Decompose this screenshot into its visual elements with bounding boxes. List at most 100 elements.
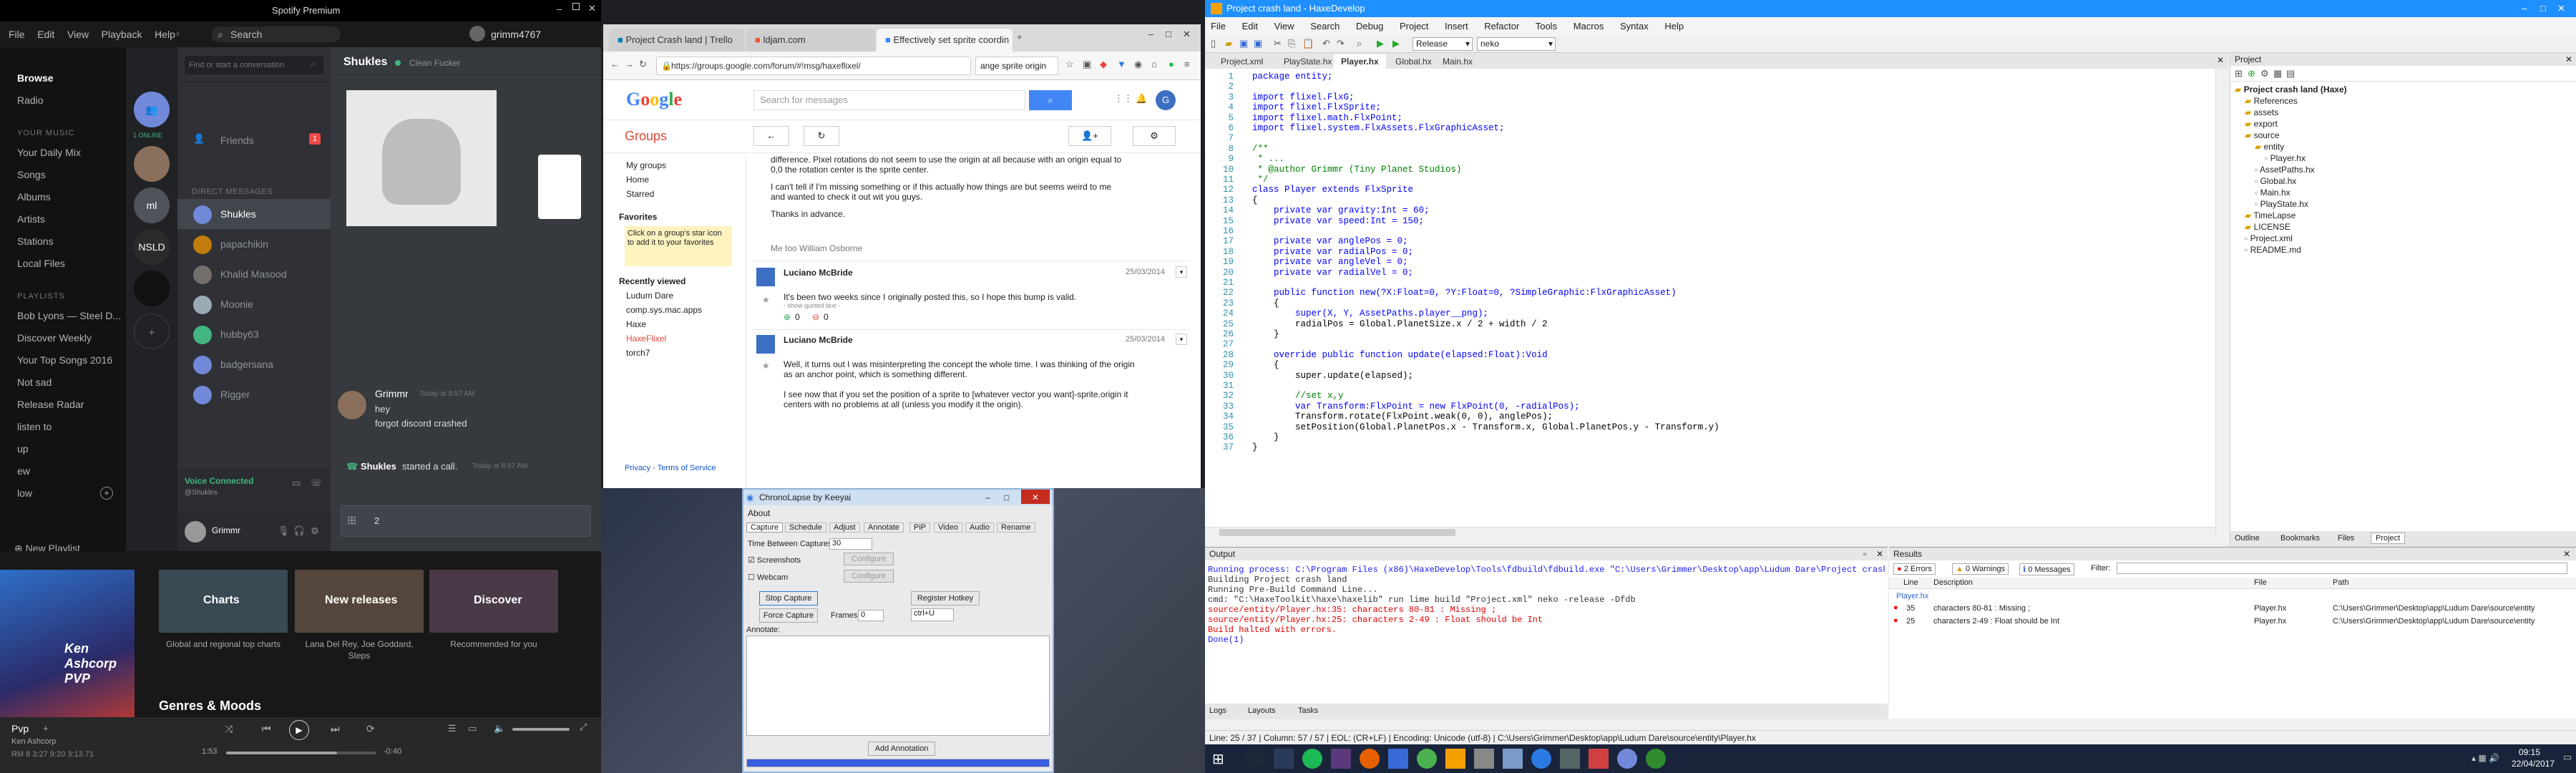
build-config-select[interactable]: Release ▾ — [1413, 37, 1473, 51]
save-icon[interactable]: ▣ — [1239, 38, 1248, 49]
notifications-icon[interactable]: 🔔 — [1136, 93, 1147, 104]
tree-item[interactable]: ▫ Player.hx — [2265, 153, 2306, 163]
annotation-textarea[interactable] — [746, 636, 1050, 736]
find-icon[interactable]: ⌕ — [1357, 38, 1362, 49]
firefox-icon[interactable] — [1360, 749, 1380, 769]
configure-button[interactable]: Configure — [844, 553, 894, 565]
menu-view[interactable]: View — [67, 29, 89, 40]
settings-button[interactable]: ⚙ — [1133, 126, 1176, 146]
fullscreen-icon[interactable]: ⤢ — [580, 721, 587, 733]
shuffle-icon[interactable]: ⤨ — [225, 723, 233, 735]
plus-icon[interactable]: + — [43, 723, 49, 734]
tab-audio[interactable]: Audio — [965, 522, 995, 533]
column-file[interactable]: File — [2254, 578, 2267, 587]
taskbar-app-icon[interactable] — [1274, 749, 1294, 769]
add-annotation-button[interactable]: Add Annotation — [868, 742, 935, 756]
close-panel-icon[interactable]: ✕ — [2563, 548, 2570, 560]
playlist-item[interactable]: listen to — [0, 416, 126, 438]
forward-arrow-icon[interactable]: › — [176, 27, 180, 39]
tab-tasks[interactable]: Tasks — [1298, 706, 1318, 715]
menu-about[interactable]: About — [748, 508, 770, 518]
menu-playback[interactable]: Playback — [102, 29, 142, 40]
tab-outline[interactable]: Outline — [2235, 534, 2260, 543]
spotify-username[interactable]: grimm4767 — [491, 29, 541, 40]
hotkey-input[interactable]: ctrl+U — [911, 608, 954, 621]
taskbar-app-icon[interactable] — [1503, 749, 1523, 769]
extension-icon[interactable]: ▼ — [1117, 59, 1126, 69]
tab-rename[interactable]: Rename — [997, 522, 1035, 533]
paste-icon[interactable]: 📋 — [1302, 38, 1314, 49]
avatar[interactable] — [469, 26, 485, 42]
playlist-item[interactable]: Release Radar — [0, 394, 126, 416]
minimize-icon[interactable]: – — [557, 4, 562, 14]
filter-input[interactable] — [2117, 563, 2567, 574]
star-icon[interactable]: ★ — [762, 295, 770, 305]
redo-icon[interactable]: ↷ — [1337, 38, 1345, 49]
notifications-icon[interactable]: ▭ — [2563, 752, 2572, 763]
close-icon[interactable]: ✕ — [2557, 0, 2565, 17]
tile-charts[interactable]: Charts — [159, 570, 288, 633]
save-all-icon[interactable]: ▣ — [1254, 38, 1262, 49]
taskbar-app-icon[interactable] — [1388, 749, 1408, 769]
taskbar-app-icon[interactable] — [1331, 749, 1351, 769]
add-icon[interactable]: + — [100, 487, 113, 500]
column-description[interactable]: Description — [1933, 578, 1973, 587]
repeat-icon[interactable]: ⟳ — [366, 723, 375, 735]
maximize-icon[interactable]: □ — [2540, 0, 2546, 17]
star-icon[interactable]: ★ — [762, 361, 770, 371]
gear-icon[interactable]: ⚙ — [311, 525, 319, 537]
taskbar-app-icon[interactable] — [1531, 749, 1551, 769]
dm-item[interactable]: Rigger — [177, 379, 331, 409]
dm-item[interactable]: badgersana — [177, 349, 331, 379]
tile-discover[interactable]: Discover — [429, 570, 558, 633]
tree-item[interactable]: ▰ Project crash land (Haxe) — [2235, 84, 2347, 94]
address-bar[interactable]: 🔒 https://groups.google.com/forum/#!msg/… — [656, 57, 971, 75]
dm-item[interactable]: Shukles — [177, 199, 331, 229]
sidebar-item-local-files[interactable]: Local Files — [0, 253, 126, 275]
maximize-icon[interactable] — [572, 3, 580, 10]
tab-google-groups[interactable]: ■ Effectively set sprite coordin — [877, 29, 1013, 52]
forward-icon[interactable]: → — [625, 59, 634, 69]
undo-icon[interactable]: ↶ — [1322, 38, 1330, 49]
message-input[interactable]: ⊞ 2 — [341, 505, 591, 537]
menu-edit[interactable]: Edit — [37, 29, 54, 40]
post-menu-icon[interactable]: ▾ — [1176, 266, 1187, 278]
vertical-scrollbar[interactable] — [2215, 69, 2228, 537]
search-button[interactable]: ⌕ — [1029, 90, 1072, 110]
menu-edit[interactable]: Edit — [1242, 21, 1258, 31]
minimize-icon[interactable]: – — [2522, 0, 2527, 17]
steam-icon[interactable] — [1245, 749, 1265, 769]
target-select[interactable]: neko ▾ — [1477, 37, 1556, 51]
menu-file[interactable]: File — [9, 29, 25, 40]
spotify-icon[interactable] — [1302, 749, 1322, 769]
toolbar-icon[interactable]: ⊞ — [2235, 68, 2243, 79]
tab-adjust[interactable]: Adjust — [829, 522, 860, 533]
close-icon[interactable]: ✕ — [1183, 29, 1191, 40]
messages-toggle[interactable]: ℹ 0 Messages — [2019, 563, 2074, 575]
disconnect-icon[interactable]: ☏ — [311, 477, 322, 489]
message-author[interactable]: Grimmr — [375, 388, 409, 399]
new-file-icon[interactable]: ▯ — [1211, 38, 1216, 49]
close-panel-icon[interactable]: ✕ — [1876, 548, 1883, 560]
menu-insert[interactable]: Insert — [1445, 21, 1468, 31]
close-panel-icon[interactable]: ✕ — [2565, 53, 2572, 66]
discord-icon[interactable] — [1617, 749, 1637, 769]
sidebar-item-albums[interactable]: Albums — [0, 186, 126, 208]
sidebar-item-radio[interactable]: Radio — [0, 89, 126, 112]
quoted-toggle[interactable]: - show quoted text - — [784, 302, 840, 309]
tab-ldjam[interactable]: ■ ldjam.com — [746, 29, 875, 52]
menu-debug[interactable]: Debug — [1356, 21, 1383, 31]
tab-capture[interactable]: Capture — [746, 522, 784, 533]
tree-item[interactable]: ▫ Project.xml — [2245, 233, 2293, 243]
post-author[interactable]: Luciano McBride — [784, 268, 853, 278]
extension-icon[interactable]: ● — [1169, 59, 1174, 69]
dm-item[interactable]: Khalid Masood — [177, 259, 331, 289]
toolbar-icon[interactable]: ▤ — [2286, 68, 2295, 79]
tab-logs[interactable]: Logs — [1209, 706, 1226, 715]
tree-item[interactable]: ▰ export — [2245, 119, 2278, 129]
mic-icon[interactable]: 🎙 — [278, 525, 290, 537]
tray-icons[interactable]: ▴ ▦ 🔊 — [2472, 753, 2499, 763]
windows-start-icon[interactable]: ⊞ — [1212, 750, 1224, 768]
playlist-item[interactable]: Bob Lyons — Steel D... — [0, 305, 126, 327]
toolbar-icon[interactable]: ⊕ — [2248, 68, 2255, 79]
